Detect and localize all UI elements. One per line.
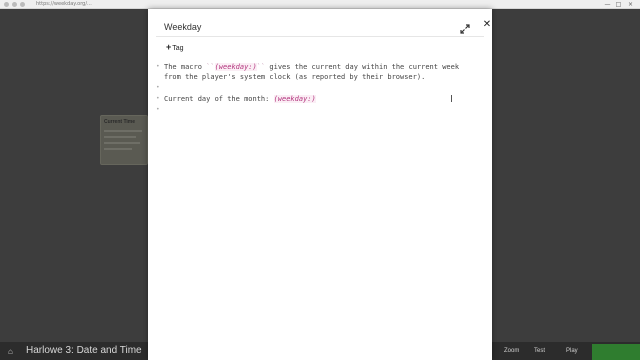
- back-icon[interactable]: [4, 2, 9, 7]
- add-tag-button[interactable]: +Tag: [166, 41, 184, 53]
- passage-text-line: [104, 148, 132, 150]
- play-tool[interactable]: Play: [566, 348, 578, 354]
- passage-text-editor[interactable]: • The macro ``(weekday:)`` gives the cur…: [156, 61, 484, 121]
- new-passage-button[interactable]: [592, 344, 640, 360]
- browser-toolbar: https://weekday.org/... — □ ×: [0, 0, 640, 9]
- line-marker: •: [156, 63, 160, 70]
- passage-text-line: [104, 130, 142, 132]
- weekday-macro: (weekday:): [214, 63, 257, 71]
- line-marker: •: [156, 106, 160, 113]
- tag-button-label: Tag: [172, 45, 184, 52]
- forward-icon[interactable]: [12, 2, 17, 7]
- zoom-tool[interactable]: Zoom: [504, 348, 519, 354]
- weekday-macro: (weekday:): [273, 95, 316, 103]
- close-icon[interactable]: ✕: [482, 20, 492, 30]
- editor-line-4: Current day of the month: (weekday:): [164, 95, 316, 103]
- line-marker: •: [156, 84, 160, 91]
- minimize-icon[interactable]: —: [604, 1, 611, 8]
- background-passage-title: Current Time: [104, 119, 136, 125]
- editor-line-1: The macro ``(weekday:)`` gives the curre…: [164, 63, 460, 71]
- window-close-icon[interactable]: ×: [627, 1, 634, 8]
- reload-icon[interactable]: [20, 2, 25, 7]
- line-marker: •: [156, 95, 160, 102]
- home-icon[interactable]: ⌂: [8, 347, 13, 356]
- text-cursor: [451, 95, 452, 102]
- passage-edit-dialog: Weekday ✕ +Tag • The macro ``(weekday:)`…: [148, 9, 492, 360]
- plus-icon: +: [166, 42, 172, 52]
- restore-icon[interactable]: □: [615, 1, 622, 8]
- test-tool[interactable]: Test: [534, 348, 545, 354]
- video-title: Harlowe 3: Date and Time: [26, 345, 142, 356]
- passage-name-field[interactable]: Weekday: [164, 22, 201, 32]
- editor-line-2: from the player's system clock (as repor…: [164, 73, 426, 81]
- address-bar[interactable]: https://weekday.org/...: [36, 1, 92, 8]
- maximize-icon[interactable]: [460, 21, 470, 34]
- passage-text-line: [104, 136, 136, 138]
- background-passage-card[interactable]: Current Time: [100, 115, 148, 165]
- passage-text-line: [104, 142, 140, 144]
- dialog-header: Weekday ✕: [156, 15, 491, 37]
